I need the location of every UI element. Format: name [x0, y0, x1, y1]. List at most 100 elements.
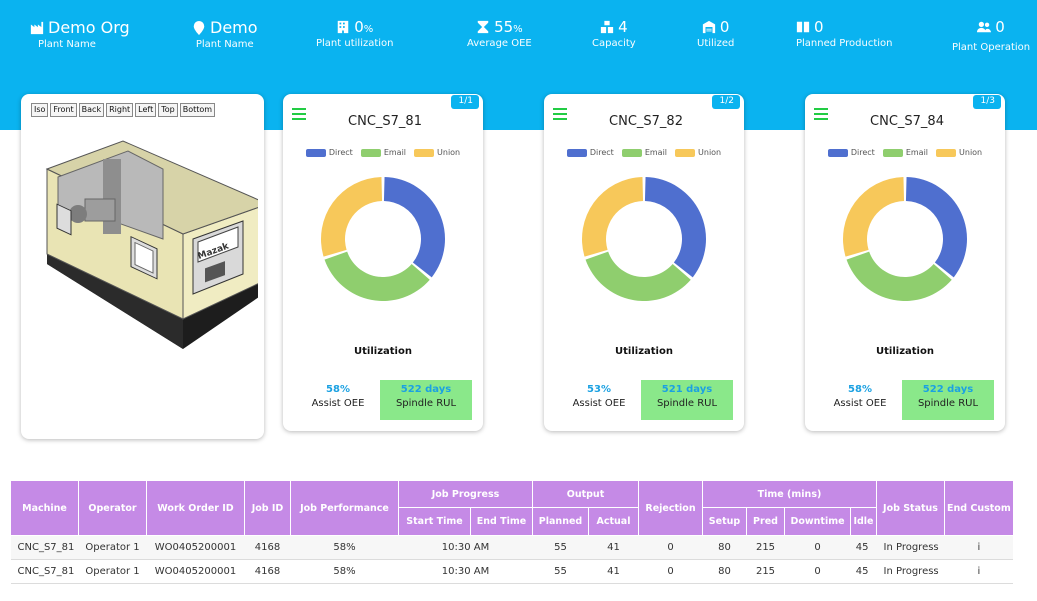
col-actual[interactable]: Actual	[588, 507, 639, 536]
col-group-job-progress: Job Progress	[398, 480, 533, 508]
view-left-button[interactable]: Left	[135, 103, 157, 117]
legend-item-email[interactable]: Email	[882, 148, 928, 157]
legend-item-union[interactable]: Union	[414, 148, 460, 157]
donut-slice-union[interactable]	[321, 177, 383, 257]
donut-slice-email[interactable]	[324, 251, 430, 301]
col-group-time: Time (mins)	[702, 480, 877, 508]
donut-slice-email[interactable]	[846, 251, 952, 301]
view-back-button[interactable]: Back	[78, 103, 105, 117]
donut-slice-union[interactable]	[582, 177, 644, 257]
legend-item-direct[interactable]: Direct	[827, 148, 875, 157]
view-iso-button[interactable]: Iso	[31, 103, 49, 117]
model-viewer-panel[interactable]: Iso Front Back Right Left Top Bottom Maz…	[21, 94, 264, 439]
legend-item-email[interactable]: Email	[621, 148, 667, 157]
view-bottom-button[interactable]: Bottom	[179, 103, 216, 117]
stat-label: Planned Production	[796, 38, 893, 49]
factory-icon	[30, 21, 44, 34]
cell-rejection: 0	[638, 535, 703, 560]
location-pin-icon	[193, 20, 205, 35]
col-rejection[interactable]: Rejection	[638, 480, 703, 536]
cell-end-customer: i	[944, 535, 1014, 560]
stat-value: 4	[618, 18, 628, 36]
donut-slice-direct[interactable]	[644, 177, 706, 278]
stat-value: Demo	[210, 18, 258, 37]
stat-value: 0	[995, 18, 1005, 36]
spindle-rul-label: Spindle RUL	[395, 398, 457, 409]
assist-oee: 58% Assist OEE	[825, 384, 895, 409]
cell-downtime: 0	[784, 559, 851, 584]
col-setup[interactable]: Setup	[702, 507, 747, 536]
assist-oee: 53% Assist OEE	[564, 384, 634, 409]
col-work-order-id[interactable]: Work Order ID	[146, 480, 245, 536]
legend-item-union[interactable]: Union	[675, 148, 721, 157]
view-buttons: Iso Front Back Right Left Top Bottom	[31, 103, 216, 117]
stat-plant: Demo Plant Name	[192, 18, 258, 50]
donut-slice-direct[interactable]	[383, 177, 445, 278]
utilization-donut-chart[interactable]	[840, 174, 970, 304]
col-job-performance[interactable]: Job Performance	[290, 480, 399, 536]
hourglass-icon	[477, 20, 489, 34]
stat-label: Capacity	[592, 38, 636, 49]
col-job-status[interactable]: Job Status	[876, 480, 945, 536]
col-job-id[interactable]: Job ID	[244, 480, 291, 536]
job-table: Machine Operator Work Order ID Job ID Jo…	[10, 480, 1014, 584]
donut-slice-email[interactable]	[585, 251, 691, 301]
stat-org: Demo Org Plant Name	[30, 18, 130, 50]
spindle-rul: 521 days Spindle RUL	[641, 380, 733, 420]
legend-item-direct[interactable]: Direct	[566, 148, 614, 157]
col-planned[interactable]: Planned	[532, 507, 589, 536]
spindle-rul-label: Spindle RUL	[917, 398, 979, 409]
cell-start-time: 10:30 AM	[398, 535, 533, 560]
table-row[interactable]: CNC_S7_81 Operator 1 WO0405200001 4168 5…	[10, 535, 1014, 560]
stat-unit: %	[363, 24, 374, 35]
stat-capacity: 4 Capacity	[592, 18, 636, 49]
assist-oee-value: 58%	[848, 384, 872, 395]
stat-value: Demo Org	[48, 18, 130, 37]
cell-actual: 41	[588, 559, 639, 584]
cell-pred: 215	[746, 535, 785, 560]
boxes-icon	[600, 20, 614, 34]
cell-setup: 80	[702, 535, 747, 560]
stat-label: Utilized	[697, 38, 735, 49]
donut-slice-direct[interactable]	[905, 177, 967, 278]
legend-item-direct[interactable]: Direct	[305, 148, 353, 157]
legend-item-union[interactable]: Union	[936, 148, 982, 157]
stat-value: 0	[814, 18, 824, 36]
view-front-button[interactable]: Front	[50, 103, 77, 117]
chart-title: Utilization	[354, 346, 412, 357]
cnc-machine-model[interactable]: Mazak	[33, 129, 258, 359]
view-right-button[interactable]: Right	[106, 103, 134, 117]
page-badge: 1/3	[972, 95, 1001, 109]
col-group-output: Output	[532, 480, 639, 508]
assist-oee-value: 58%	[326, 384, 350, 395]
cell-start-time: 10:30 AM	[398, 559, 533, 584]
machine-name: CNC_S7_81	[348, 114, 422, 129]
cell-job-status: In Progress	[876, 535, 945, 560]
legend-item-email[interactable]: Email	[360, 148, 406, 157]
col-downtime[interactable]: Downtime	[784, 507, 851, 536]
cell-pred: 215	[746, 559, 785, 584]
machine-name: CNC_S7_82	[609, 114, 683, 129]
donut-slice-union[interactable]	[843, 177, 905, 257]
utilization-donut-chart[interactable]	[318, 174, 448, 304]
col-end-customer[interactable]: End Custom	[944, 480, 1014, 536]
view-top-button[interactable]: Top	[158, 103, 178, 117]
cell-machine: CNC_S7_81	[10, 535, 79, 560]
table-row[interactable]: CNC_S7_81 Operator 1 WO0405200001 4168 5…	[10, 559, 1014, 584]
col-machine[interactable]: Machine	[10, 480, 79, 536]
cell-work-order-id: WO0405200001	[146, 535, 245, 560]
stat-unit: %	[513, 24, 523, 35]
machine-card[interactable]: 1/3 CNC_S7_84 Direct Email Union Utiliza…	[805, 94, 1005, 431]
spindle-rul-label: Spindle RUL	[656, 398, 718, 409]
utilization-donut-chart[interactable]	[579, 174, 709, 304]
machine-card[interactable]: 1/1 CNC_S7_81 Direct Email Union Utiliza…	[283, 94, 483, 431]
col-idle[interactable]: Idle	[850, 507, 877, 536]
machine-card[interactable]: 1/2 CNC_S7_82 Direct Email Union Utiliza…	[544, 94, 744, 431]
cell-planned: 55	[532, 535, 589, 560]
col-start-time[interactable]: Start Time	[398, 507, 471, 536]
cell-operator: Operator 1	[78, 535, 147, 560]
col-end-time[interactable]: End Time	[470, 507, 533, 536]
cell-rejection: 0	[638, 559, 703, 584]
col-operator[interactable]: Operator	[78, 480, 147, 536]
col-pred[interactable]: Pred	[746, 507, 785, 536]
